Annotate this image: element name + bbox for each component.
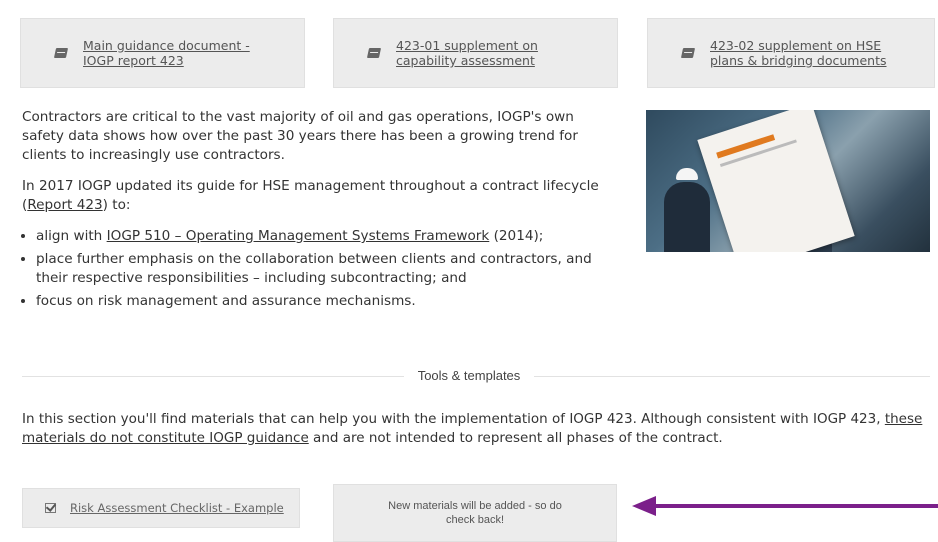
list-item: align with IOGP 510 – Operating Manageme… [36, 227, 612, 246]
new-materials-message: New materials will be added - so do chec… [388, 500, 562, 526]
list-item: place further emphasis on the collaborat… [36, 250, 612, 288]
tools-section-text: In this section you'll find materials th… [22, 411, 923, 446]
risk-checklist-link[interactable]: Risk Assessment Checklist - Example [70, 501, 284, 515]
new-materials-card: New materials will be added - so do chec… [333, 484, 617, 542]
top-cards: Main guidance document - IOGP report 423… [20, 18, 935, 90]
card-main-guidance[interactable]: Main guidance document - IOGP report 423 [20, 18, 305, 88]
page: Main guidance document - IOGP report 423… [0, 0, 938, 542]
document-icon [680, 48, 696, 58]
card-hse-plans-supplement[interactable]: 423-02 supplement on HSE plans & bridgin… [647, 18, 935, 88]
arrow-left-icon [632, 496, 938, 516]
document-icon [53, 48, 69, 58]
checkbox-icon [45, 503, 56, 513]
card-capability-supplement[interactable]: 423-01 supplement on capability assessme… [333, 18, 618, 88]
main-guidance-link[interactable]: Main guidance document - IOGP report 423 [83, 38, 250, 68]
report-cover-photo [646, 110, 930, 252]
report-423-link[interactable]: Report 423 [27, 197, 102, 213]
hse-plans-supplement-link[interactable]: 423-02 supplement on HSE plans & bridgin… [710, 38, 887, 68]
tools-templates-heading: Tools & templates [0, 368, 938, 383]
intro-bullet-list: align with IOGP 510 – Operating Manageme… [22, 227, 612, 311]
intro-paragraph-2: In 2017 IOGP updated its guide for HSE m… [22, 178, 599, 213]
iogp-510-link[interactable]: IOGP 510 – Operating Management Systems … [107, 228, 490, 244]
intro-text: Contractors are critical to the vast maj… [22, 108, 612, 315]
list-item: focus on risk management and assurance m… [36, 292, 612, 311]
intro-paragraph-1: Contractors are critical to the vast maj… [22, 109, 578, 163]
risk-checklist-card[interactable]: Risk Assessment Checklist - Example [22, 488, 300, 528]
document-icon [366, 48, 382, 58]
capability-supplement-link[interactable]: 423-01 supplement on capability assessme… [396, 38, 538, 68]
